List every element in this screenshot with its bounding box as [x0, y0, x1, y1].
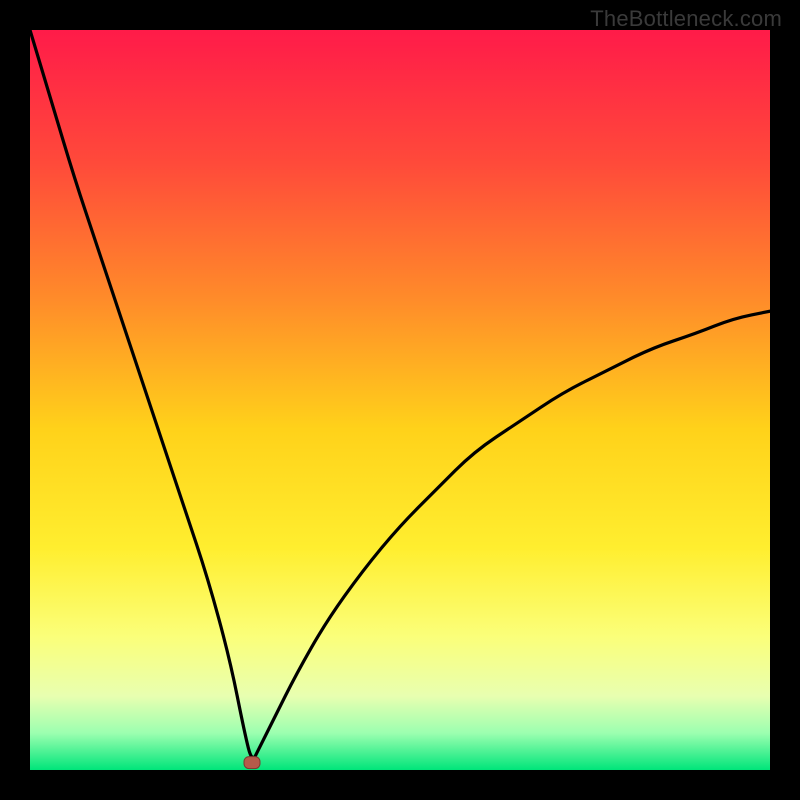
- min-marker: [244, 757, 260, 769]
- bottleneck-curve: [30, 30, 770, 758]
- watermark-label: TheBottleneck.com: [590, 6, 782, 32]
- plot-area: [30, 30, 770, 770]
- chart-svg: [30, 30, 770, 770]
- chart-frame: TheBottleneck.com: [0, 0, 800, 800]
